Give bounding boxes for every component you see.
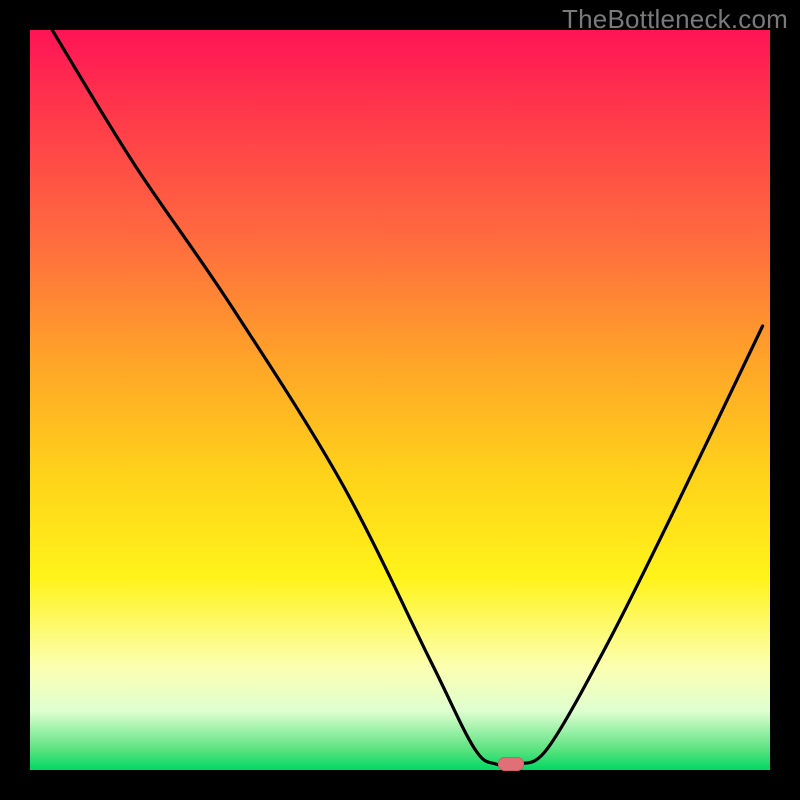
plot-area — [30, 30, 770, 770]
chart-frame: TheBottleneck.com — [0, 0, 800, 800]
optimal-marker — [498, 757, 524, 771]
bottleneck-curve — [30, 30, 770, 770]
watermark-text: TheBottleneck.com — [562, 4, 788, 35]
